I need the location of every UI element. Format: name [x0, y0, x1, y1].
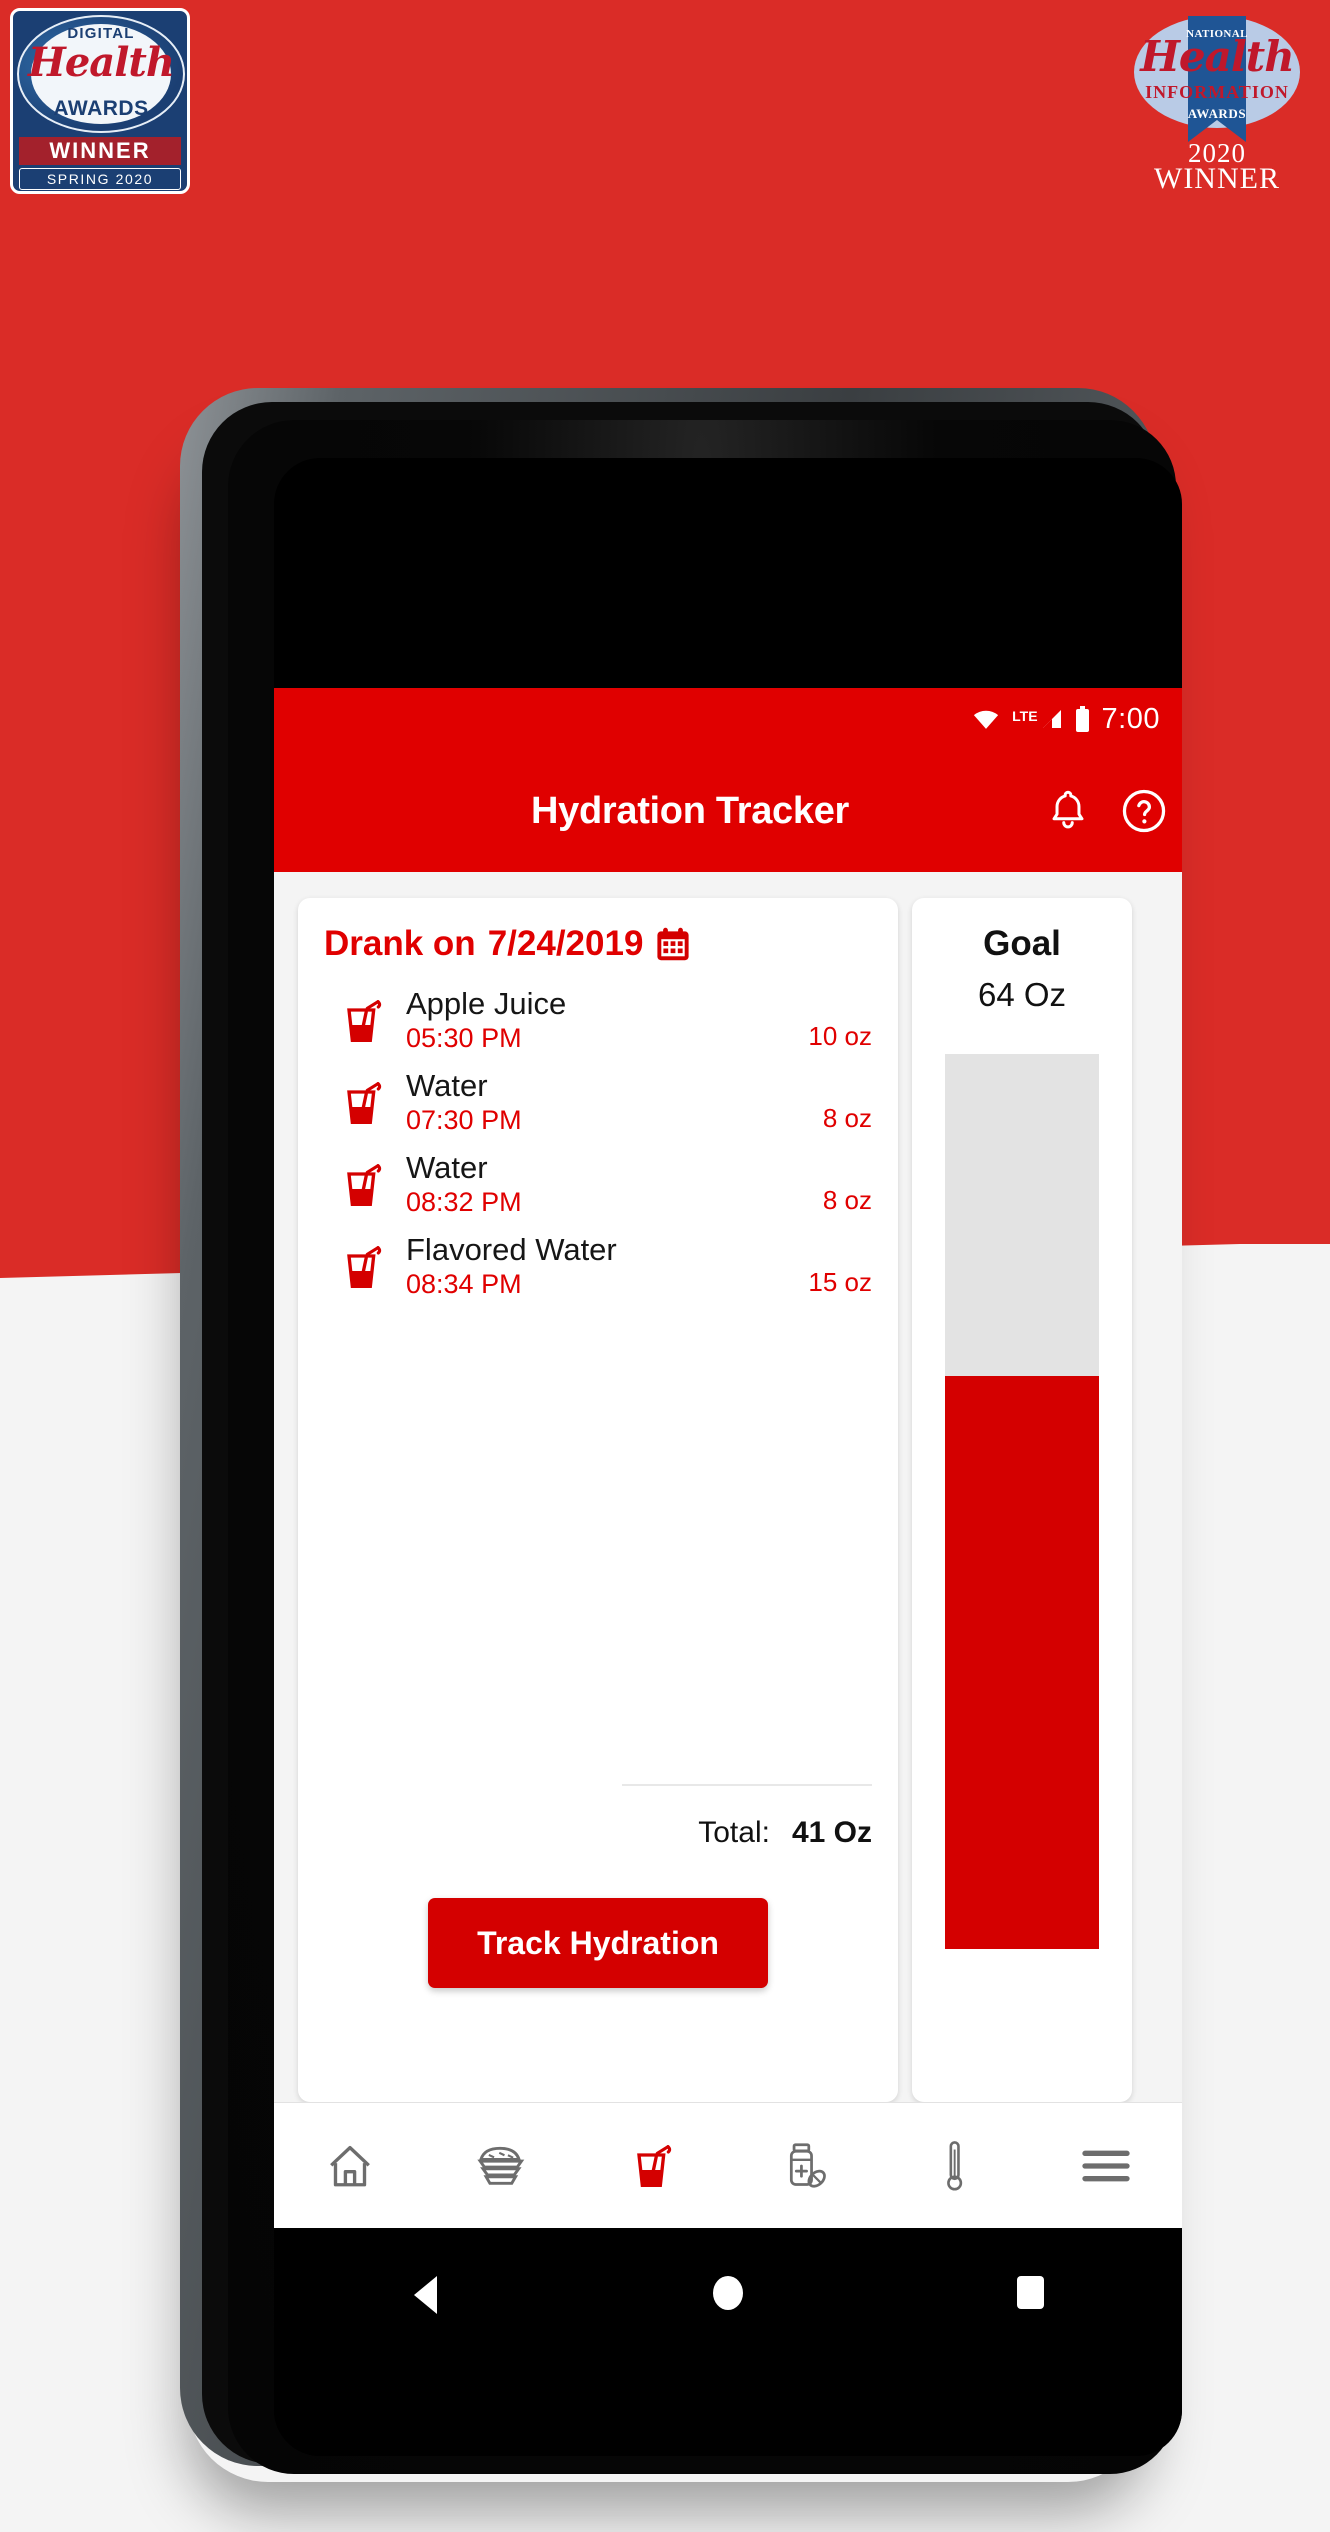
drink-glass-icon [342, 1163, 382, 1207]
total-value: 41 Oz [791, 1816, 872, 1849]
signal-bars-icon [1042, 710, 1061, 728]
drink-amount: 10 oz [808, 1021, 872, 1051]
battery-full-icon [1075, 706, 1089, 732]
total-divider [622, 1784, 872, 1786]
bottom-nav-item-hydration[interactable] [577, 2141, 728, 2191]
drink-time: 08:32 PM [406, 1186, 522, 1217]
medication-icon [789, 2142, 826, 2188]
drink-glass-icon [637, 2144, 672, 2187]
phone-glass: LTE 7:00 Hydration Tracker Drank on 7/24… [228, 420, 1182, 2474]
drink-name: Water [406, 1068, 488, 1104]
status-bar: LTE 7:00 [274, 688, 1182, 750]
nhi-awards-label: AWARDS [1187, 106, 1247, 121]
page-title: Hydration Tracker [530, 789, 850, 832]
drink-glass-icon [347, 1246, 382, 1288]
android-system-nav [274, 2228, 1182, 2456]
drink-name: Apple Juice [406, 986, 567, 1022]
bottom-nav-item-vitals[interactable] [879, 2140, 1030, 2192]
drink-list: Apple Juice 05:30 PM 10 oz Water 07:30 PM 8 o… [324, 980, 872, 1308]
dha-health-script: Health [28, 39, 175, 86]
goal-progress-track [945, 1054, 1099, 1949]
app-bar: Hydration Tracker [274, 750, 1182, 872]
question-circle-icon [1122, 789, 1166, 833]
nhi-information-label: INFORMATION [1145, 82, 1289, 102]
drank-header-date: 7/24/2019 [487, 924, 644, 963]
total-label: Total: [698, 1816, 770, 1849]
total-line: Total: 41 Oz [324, 1816, 872, 1850]
drink-entry-text: Water 07:30 PM [406, 1068, 823, 1137]
bell-icon [1052, 790, 1084, 829]
phone-screen: LTE 7:00 Hydration Tracker Drank on 7/24… [274, 458, 1182, 2456]
square-recents-icon [1017, 2276, 1045, 2309]
android-back-button[interactable] [274, 2276, 577, 2314]
goal-progress-fill [945, 1376, 1099, 1949]
notifications-button[interactable] [1030, 788, 1106, 834]
circle-home-icon [713, 2276, 743, 2310]
drink-glass-icon [347, 1164, 382, 1206]
drink-time: 05:30 PM [406, 1022, 522, 1053]
drink-list-item[interactable]: Water 08:32 PM 8 oz [324, 1144, 872, 1226]
phone-mockup: LTE 7:00 Hydration Tracker Drank on 7/24… [168, 382, 1182, 2482]
drink-glass-icon [342, 1081, 382, 1125]
drink-name: Flavored Water [406, 1232, 617, 1268]
app-content: Drank on 7/24/2019 Apple Juice 05:30 PM … [274, 872, 1182, 2102]
thermometer-icon [947, 2140, 963, 2191]
drink-list-item[interactable]: Apple Juice 05:30 PM 10 oz [324, 980, 872, 1062]
drink-glass-icon [347, 1082, 382, 1124]
network-label: LTE [1012, 708, 1038, 724]
drank-header-prefix: Drank on [324, 924, 476, 963]
dha-awards-label: AWARDS [53, 97, 149, 120]
triangle-back-icon [413, 2276, 437, 2314]
drink-entry-text: Water 08:32 PM [406, 1150, 823, 1219]
goal-card: Goal 64 Oz [912, 898, 1132, 2102]
dha-season-label: SPRING 2020 [19, 168, 181, 190]
digital-health-awards-badge: DIGITAL Health AWARDS WINNER SPRING 2020 [10, 8, 190, 194]
status-clock: 7:00 [1101, 702, 1160, 735]
drink-amount: 15 oz [808, 1267, 872, 1297]
drink-name: Water [406, 1150, 488, 1186]
bottom-navigation [274, 2102, 1182, 2228]
drink-list-item[interactable]: Water 07:30 PM 8 oz [324, 1062, 872, 1144]
drink-glass-icon [342, 1245, 382, 1289]
nhi-winner-label: WINNER [1154, 162, 1280, 195]
drank-card: Drank on 7/24/2019 Apple Juice 05:30 PM … [298, 898, 898, 2102]
drink-list-item[interactable]: Flavored Water 08:34 PM 15 oz [324, 1226, 872, 1308]
drank-card-header: Drank on 7/24/2019 [324, 924, 872, 964]
dha-winner-label: WINNER [19, 137, 181, 165]
help-button[interactable] [1106, 788, 1182, 834]
bottom-nav-item-nutrition[interactable] [425, 2143, 576, 2189]
drink-amount: 8 oz [822, 1185, 872, 1215]
network-indicator: LTE [1012, 708, 1062, 730]
bottom-nav-item-home[interactable] [274, 2143, 425, 2189]
drink-entry-text: Flavored Water 08:34 PM [406, 1232, 808, 1301]
bottom-nav-item-menu[interactable] [1031, 2147, 1182, 2185]
wifi-icon [974, 710, 999, 729]
drink-amount: 8 oz [822, 1103, 872, 1133]
drink-time: 07:30 PM [406, 1104, 522, 1135]
drink-glass-icon [342, 999, 382, 1043]
nhi-health-script: Health [1140, 32, 1295, 81]
android-recents-button[interactable] [879, 2276, 1182, 2309]
dha-oval: DIGITAL Health AWARDS [17, 15, 185, 133]
home-icon [329, 2145, 370, 2186]
calendar-icon[interactable] [655, 926, 691, 962]
drink-time: 08:34 PM [406, 1268, 522, 1299]
screenshot-root: DIGITAL Health AWARDS WINNER SPRING 2020… [0, 0, 1330, 2532]
bottom-nav-item-medication[interactable] [728, 2142, 879, 2190]
track-hydration-button[interactable]: Track Hydration [428, 1898, 768, 1988]
phone-frame: LTE 7:00 Hydration Tracker Drank on 7/24… [180, 388, 1182, 2474]
goal-title: Goal [983, 924, 1061, 963]
android-home-button[interactable] [577, 2276, 880, 2310]
national-health-information-awards-badge: NATIONAL Health INFORMATION AWARDS 2020 … [1126, 10, 1308, 195]
drink-glass-icon [347, 1000, 382, 1042]
total-section: Total: 41 Oz [324, 1784, 872, 1850]
drink-entry-text: Apple Juice 05:30 PM [406, 986, 808, 1055]
goal-value: 64 Oz [977, 976, 1067, 1013]
sandwich-icon [477, 2146, 525, 2185]
hamburger-icon [1082, 2150, 1130, 2181]
phone-body: LTE 7:00 Hydration Tracker Drank on 7/24… [202, 402, 1182, 2474]
